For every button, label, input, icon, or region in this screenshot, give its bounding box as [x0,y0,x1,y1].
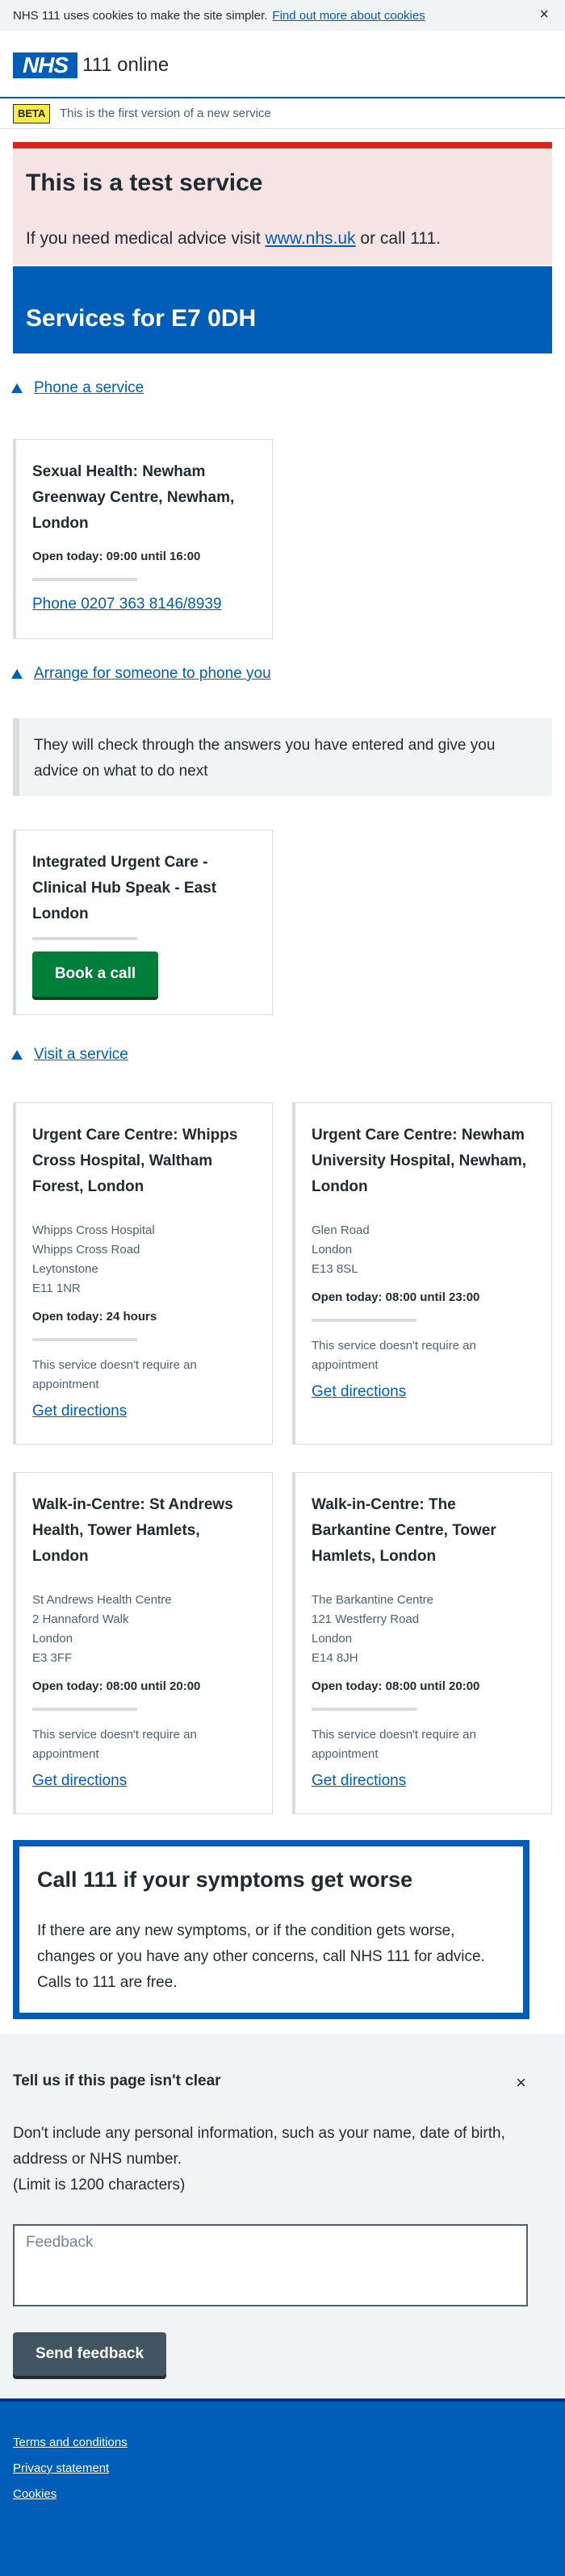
feedback-section: Tell us if this page isn't clear × Don't… [0,2034,565,2398]
address-line: London [32,1632,73,1646]
address-line: Whipps Cross Road [32,1243,140,1257]
divider [32,1338,137,1341]
address-line: 2 Hannaford Walk [32,1612,129,1626]
cookie-text: NHS 111 uses cookies to make the site si… [13,8,268,23]
test-service-text-after: or call 111. [360,229,441,248]
footer-link-terms[interactable]: Terms and conditions [13,2436,128,2449]
service-card-whipps-cross: Urgent Care Centre: Whipps Cross Hospita… [13,1102,273,1445]
service-card-title: Integrated Urgent Care - Clinical Hub Sp… [32,854,217,922]
arrange-call-toggle[interactable]: Arrange for someone to phone you [11,665,271,683]
beta-tag: BETA [13,104,51,123]
service-card-st-andrews: Walk-in-Centre: St Andrews Health, Tower… [13,1472,273,1814]
service-card-title: Walk-in-Centre: St Andrews Health, Tower… [32,1496,233,1565]
service-card-barkantine: Walk-in-Centre: The Barkantine Centre, T… [292,1472,552,1814]
service-address: The Barkantine Centre 121 Westferry Road… [312,1591,535,1668]
feedback-limit-text: (Limit is 1200 characters) [13,2177,186,2193]
opening-times: Open today: 08:00 until 20:00 [32,1679,201,1693]
site-footer: Terms and conditions Privacy statement C… [0,2398,565,2576]
address-line: London [312,1243,353,1257]
visit-service-toggle[interactable]: Visit a service [11,1046,128,1064]
divider [32,578,137,581]
address-line: E3 3FF [32,1651,73,1665]
address-line: E13 8SL [312,1262,358,1276]
call-111-text: If there are any new symptoms, or if the… [37,1922,485,1991]
opening-times: Open today: 24 hours [32,1310,157,1324]
address-line: St Andrews Health Centre [32,1593,172,1607]
get-directions-link[interactable]: Get directions [312,1383,406,1401]
beta-text: This is the first version of a new servi… [60,107,271,120]
service-address: St Andrews Health Centre 2 Hannaford Wal… [32,1591,256,1668]
triangle-up-icon [11,669,23,679]
inset-text: They will check through the answers you … [13,718,552,796]
nhs-website-link[interactable]: www.nhs.uk [266,229,356,248]
test-service-text-before: If you need medical advice visit [26,229,261,248]
service-name: 111 online [82,54,170,76]
visit-service-toggle-label[interactable]: Visit a service [34,1046,128,1064]
feedback-privacy-text: Don't include any personal information, … [13,2125,505,2168]
footer-link-cookies[interactable]: Cookies [13,2487,56,2501]
test-service-panel: This is a test service If you need medic… [13,142,552,265]
beta-banner: BETA This is the first version of a new … [0,100,565,129]
divider [312,1319,416,1322]
cookie-info-link[interactable]: Find out more about cookies [272,9,425,23]
call-111-title: Call 111 if your symptoms get worse [37,1867,413,1892]
divider [32,1708,137,1711]
address-line: London [312,1632,353,1646]
feedback-description: Don't include any personal information, … [13,2121,546,2198]
phone-link[interactable]: Phone 0207 363 8146/8939 [32,596,222,613]
phone-service-toggle[interactable]: Phone a service [11,379,144,397]
page-title: Services for E7 0DH [26,305,257,332]
services-banner: Services for E7 0DH [13,266,552,353]
site-header: NHS 111 online [0,31,565,98]
nhs-logo[interactable]: NHS [13,52,77,78]
divider [312,1708,416,1711]
service-card-title: Walk-in-Centre: The Barkantine Centre, T… [312,1496,496,1565]
triangle-up-icon [11,1050,23,1060]
service-card-title: Sexual Health: Newham Greenway Centre, N… [32,463,235,532]
cookie-banner: NHS 111 uses cookies to make the site si… [0,0,565,31]
address-line: The Barkantine Centre [312,1593,433,1607]
send-feedback-button[interactable]: Send feedback [13,2332,166,2376]
address-line: Leytonstone [32,1262,98,1276]
service-address: Whipps Cross Hospital Whipps Cross Road … [32,1221,256,1298]
address-line: 121 Westferry Road [312,1612,420,1626]
book-call-button[interactable]: Book a call [32,951,158,997]
call-111-box: Call 111 if your symptoms get worse If t… [13,1840,529,2019]
service-card-newham-university: Urgent Care Centre: Newham University Ho… [292,1102,552,1445]
get-directions-link[interactable]: Get directions [32,1772,127,1790]
feedback-textarea[interactable]: Feedback [13,2224,528,2306]
phone-service-toggle-label[interactable]: Phone a service [34,379,144,397]
service-card-sexual-health: Sexual Health: Newham Greenway Centre, N… [13,439,273,639]
close-icon[interactable]: × [516,2072,526,2093]
feedback-title: Tell us if this page isn't clear [13,2072,221,2089]
service-card-clinical-hub: Integrated Urgent Care - Clinical Hub Sp… [13,830,273,1015]
address-line: Whipps Cross Hospital [32,1223,155,1237]
service-card-title: Urgent Care Centre: Newham University Ho… [312,1127,527,1195]
address-line: E14 8JH [312,1651,358,1665]
appointment-note: This service doesn't require an appointm… [312,1339,476,1372]
service-address: Glen Road London E13 8SL [312,1221,535,1279]
close-icon[interactable]: × [539,6,549,23]
appointment-note: This service doesn't require an appointm… [32,1728,197,1761]
divider [32,937,137,940]
test-service-title: This is a test service [26,169,263,196]
opening-times: Open today: 08:00 until 23:00 [312,1290,480,1304]
address-line: E11 1NR [32,1282,81,1295]
triangle-up-icon [11,383,23,393]
service-card-title: Urgent Care Centre: Whipps Cross Hospita… [32,1127,238,1195]
opening-times: Open today: 09:00 until 16:00 [32,550,201,563]
get-directions-link[interactable]: Get directions [32,1403,127,1420]
appointment-note: This service doesn't require an appointm… [32,1358,197,1391]
test-service-text: If you need medical advice visit www.nhs… [26,229,441,249]
opening-times: Open today: 08:00 until 20:00 [312,1679,480,1693]
get-directions-link[interactable]: Get directions [312,1772,406,1790]
appointment-note: This service doesn't require an appointm… [312,1728,476,1761]
footer-link-privacy[interactable]: Privacy statement [13,2461,109,2475]
arrange-call-toggle-label[interactable]: Arrange for someone to phone you [34,665,271,683]
address-line: Glen Road [312,1223,370,1237]
